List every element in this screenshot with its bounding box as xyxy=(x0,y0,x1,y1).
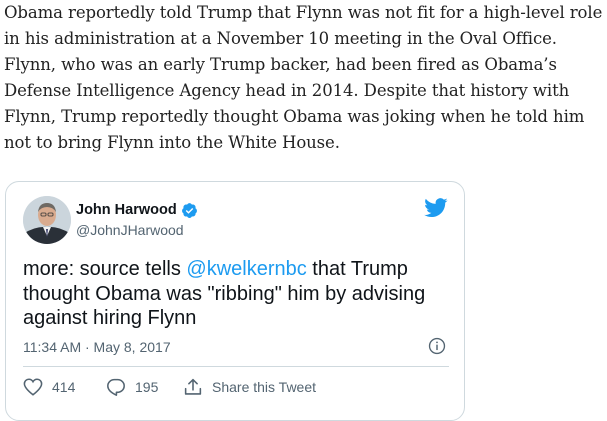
author-name[interactable]: John Harwood xyxy=(76,202,177,218)
tweet-timestamp[interactable]: 11:34 AM · May 8, 2017 xyxy=(23,339,171,355)
reply-bubble-icon xyxy=(107,378,125,396)
heart-icon xyxy=(23,378,43,396)
article-paragraph: Obama reportedly told Trump that Flynn w… xyxy=(4,3,603,152)
twitter-bird-icon[interactable] xyxy=(424,198,448,218)
share-label: Share this Tweet xyxy=(212,379,317,395)
mention-link[interactable]: @kwelkernbc xyxy=(186,258,306,280)
avatar[interactable] xyxy=(23,196,71,244)
reply-count: 195 xyxy=(135,379,159,395)
like-button[interactable]: 414 xyxy=(23,377,75,397)
verified-badge-icon xyxy=(182,203,197,218)
info-icon[interactable] xyxy=(428,337,446,355)
share-tweet-button[interactable]: Share this Tweet xyxy=(183,377,316,397)
share-icon xyxy=(184,378,202,395)
tweet-text-before: more: source tells xyxy=(23,258,187,280)
author-handle[interactable]: @JohnJHarwood xyxy=(76,222,184,238)
reply-button[interactable]: 195 xyxy=(106,377,158,397)
embedded-tweet-card[interactable]: John Harwood @JohnJHarwood more: source … xyxy=(5,181,465,421)
divider xyxy=(23,366,449,367)
like-count: 414 xyxy=(52,379,76,395)
tweet-text: more: source tells @kwelkernbc that Trum… xyxy=(23,257,443,331)
